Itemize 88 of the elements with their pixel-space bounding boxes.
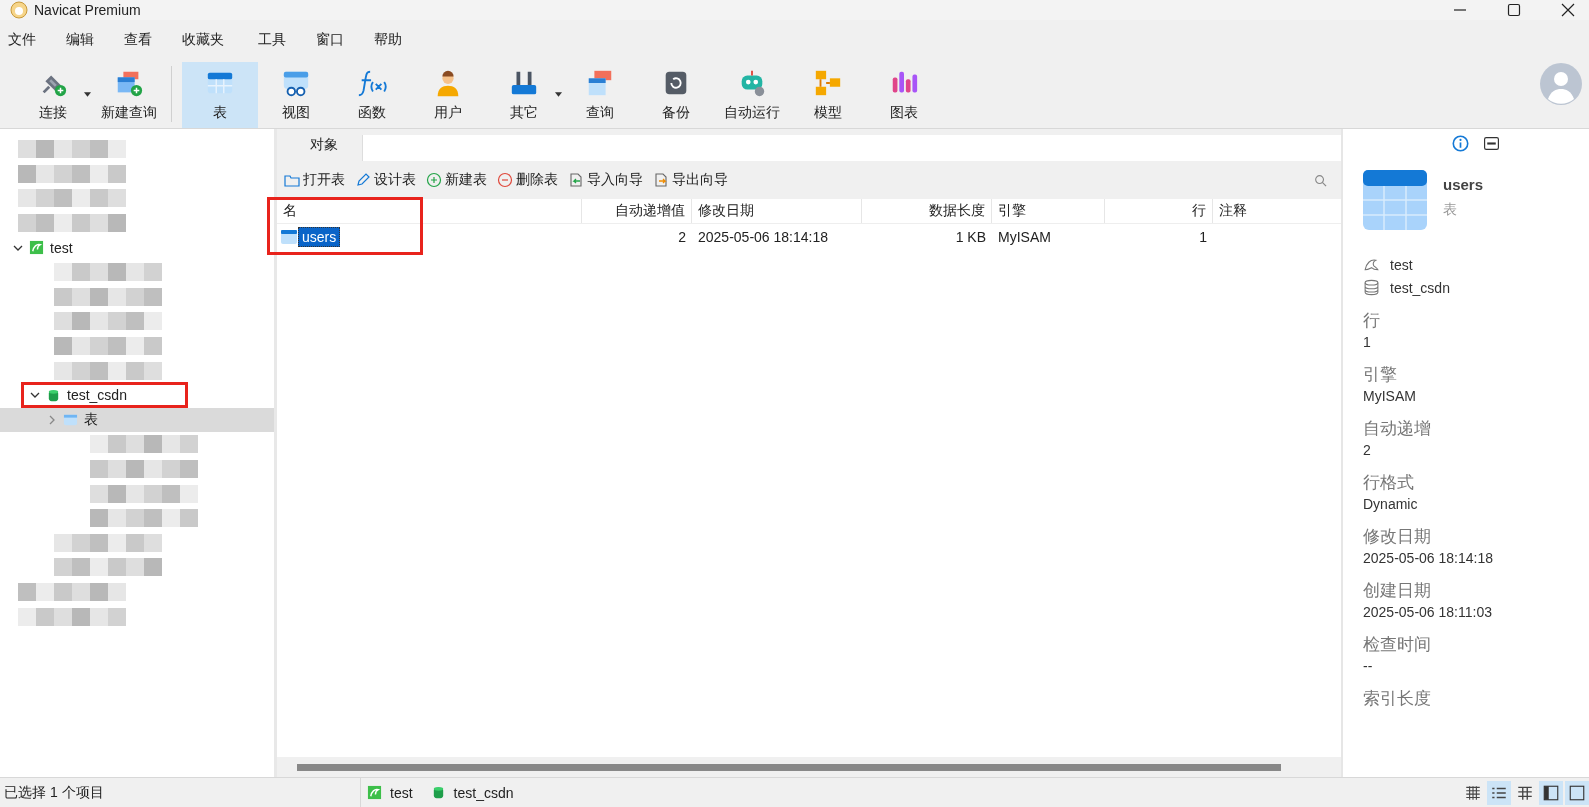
- object-name: users: [1443, 176, 1484, 193]
- connection-icon: [367, 785, 382, 800]
- action-button[interactable]: 导出向导: [653, 171, 728, 189]
- action-button[interactable]: 导入向导: [568, 171, 643, 189]
- status-text: 已选择 1 个项目: [3, 783, 105, 802]
- column-header[interactable]: 注释: [1213, 199, 1341, 223]
- plus-icon: [426, 172, 442, 188]
- property-label: 创建日期: [1363, 580, 1432, 602]
- folder-icon: [284, 172, 300, 188]
- toolbar-button[interactable]: 表: [182, 62, 258, 128]
- column-header[interactable]: 行: [1105, 199, 1213, 223]
- maximize-icon[interactable]: [1507, 3, 1521, 17]
- search-icon[interactable]: [1314, 173, 1327, 187]
- database-icon: [46, 387, 61, 403]
- column-header[interactable]: 名: [277, 199, 582, 223]
- toolbar-button[interactable]: 模型: [790, 62, 866, 128]
- caret-icon[interactable]: [84, 92, 91, 97]
- database-name: test_csdn: [1390, 279, 1450, 296]
- column-header[interactable]: 修改日期: [692, 199, 862, 223]
- property-value: MyISAM: [1363, 388, 1417, 404]
- column-header[interactable]: 引擎: [992, 199, 1105, 223]
- connection-name: test: [1390, 256, 1413, 273]
- toolbar-button[interactable]: 新建查询: [91, 62, 167, 128]
- toolbar-button[interactable]: 图表: [866, 62, 942, 128]
- table-cell-text: 1 KB: [954, 228, 987, 247]
- table-cell-text: 2025-05-06 18:14:18: [697, 228, 829, 247]
- panel-right-icon[interactable]: [1565, 780, 1589, 805]
- toolbar-button[interactable]: 自动运行: [714, 62, 790, 128]
- tree-item[interactable]: 表: [0, 407, 274, 432]
- property-value: 2025-05-06 18:11:03: [1363, 604, 1493, 620]
- column-header[interactable]: 自动递增值: [582, 199, 692, 223]
- connection-icon: [29, 240, 44, 256]
- menu-item[interactable]: 查看: [124, 31, 152, 49]
- column-header[interactable]: 数据长度: [862, 199, 992, 223]
- table-cell-text: 2: [677, 228, 687, 247]
- action-button[interactable]: 删除表: [497, 171, 558, 189]
- table-name[interactable]: users: [298, 227, 341, 247]
- toolbar-button[interactable]: 函数: [334, 62, 410, 128]
- panel-left-icon[interactable]: [1539, 780, 1563, 805]
- menu-item[interactable]: 工具: [258, 31, 286, 49]
- property-label: 检查时间: [1363, 634, 1432, 656]
- window-title: Navicat Premium: [34, 2, 141, 18]
- menu-item[interactable]: 编辑: [66, 31, 94, 49]
- action-button[interactable]: 打开表: [284, 171, 345, 189]
- property-value: 2: [1363, 442, 1372, 458]
- property-value: --: [1363, 658, 1374, 674]
- status-database: test_csdn: [453, 784, 514, 801]
- toolbar-button[interactable]: 其它: [486, 62, 562, 128]
- table-cell-text: MyISAM: [997, 228, 1052, 247]
- database-icon: [1363, 279, 1380, 296]
- menu-item[interactable]: 帮助: [374, 31, 402, 49]
- function-icon: [357, 68, 387, 98]
- property-value: Dynamic: [1363, 496, 1419, 512]
- minus-icon: [497, 172, 513, 188]
- property-label: 行格式: [1363, 472, 1415, 494]
- property-label: 引擎: [1363, 364, 1398, 386]
- toolbar-button[interactable]: 连接: [15, 62, 91, 128]
- table-cell-text: 1: [1198, 228, 1208, 247]
- tree-item[interactable]: test: [0, 235, 274, 260]
- toolbar-button[interactable]: 查询: [562, 62, 638, 128]
- toolbar-button[interactable]: 视图: [258, 62, 334, 128]
- object-type: 表: [1443, 201, 1458, 219]
- close-icon[interactable]: [1561, 3, 1575, 17]
- toolbar-button[interactable]: 用户: [410, 62, 486, 128]
- model-icon: [813, 68, 843, 98]
- table-icon: [281, 230, 297, 244]
- toolbar-button[interactable]: 备份: [638, 62, 714, 128]
- action-button[interactable]: 新建表: [426, 171, 487, 189]
- caret-icon[interactable]: [555, 92, 562, 97]
- property-label: 自动递增: [1363, 418, 1432, 440]
- property-value: 2025-05-06 18:14:18: [1363, 550, 1494, 566]
- pencil-icon: [355, 172, 371, 188]
- status-connection: test: [390, 784, 413, 801]
- scrollbar-thumb[interactable]: [297, 763, 1281, 771]
- property-label: 索引长度: [1363, 688, 1432, 710]
- property-label: 行: [1363, 310, 1381, 332]
- action-button[interactable]: 设计表: [355, 171, 416, 189]
- table-icon: [1363, 170, 1427, 230]
- list-view-icon[interactable]: [1487, 780, 1511, 805]
- export-icon: [653, 172, 669, 188]
- property-label: 修改日期: [1363, 526, 1432, 548]
- menu-item[interactable]: 收藏夹: [182, 31, 224, 49]
- table-folder-icon: [63, 412, 78, 428]
- menu-item[interactable]: 文件: [8, 31, 36, 49]
- menu-item[interactable]: 窗口: [316, 31, 344, 49]
- property-value: 1: [1363, 334, 1372, 350]
- import-icon: [568, 172, 584, 188]
- info-icon[interactable]: [1452, 135, 1469, 152]
